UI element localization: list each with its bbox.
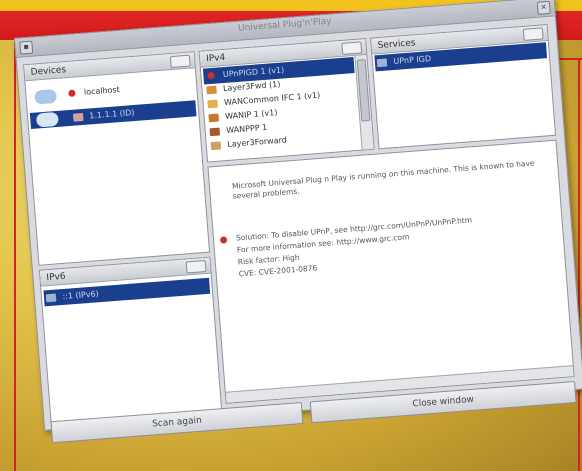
device-icon [72,112,84,122]
service-icon [376,57,388,67]
alert-icon [207,71,215,80]
network-cloud-icon [35,111,59,128]
device-label: 1.1.1.1 (ID) [88,107,135,121]
close-icon[interactable]: × [536,0,551,15]
ipv4-dropdown-button[interactable] [341,41,363,55]
service-label: Layer3Forward [226,135,288,149]
details-intro: Microsoft Universal Plug n Play is runni… [231,158,535,201]
ipv6-label: ::1 (IPv6) [62,289,100,302]
service-icon [207,99,218,108]
services-pane: Services UPnP IGD [370,24,557,150]
service-label: WANPPP 1 [225,122,268,135]
services-header-label: Services [377,38,416,52]
devices-dropdown-button[interactable] [169,54,191,69]
devices-header-label: Devices [30,65,67,78]
device-icon [45,293,57,302]
service-icon [208,113,219,122]
service-icon [206,85,217,94]
service-label: UPnP IGD [393,54,432,66]
page-border-right [578,58,580,471]
devices-pane: Devices localhost 1.1.1.1 (ID) [23,51,211,266]
ipv6-dropdown-button[interactable] [185,259,207,274]
ipv6-header-label: IPv6 [46,271,66,284]
page-border-left [14,40,16,471]
list-item[interactable]: localhost [64,76,195,102]
ipv4-pane: IPv4 UPnPIGD 1 (v1) Layer3Fwd (1) WANCom… [198,37,375,163]
services-dropdown-button[interactable] [522,27,544,41]
service-icon [209,127,221,136]
devices-header: Devices [24,52,195,82]
scroll-thumb[interactable] [356,59,371,122]
service-icon [210,140,222,150]
device-label: localhost [83,85,121,97]
ipv4-header-label: IPv4 [205,52,226,65]
network-cloud-icon [34,88,58,105]
app-window: ▪ Universal Plug'n'Play × Devices localh… [14,0,582,444]
alert-icon [68,89,76,97]
list-item[interactable]: 1.1.1.1 (ID) [29,100,197,129]
alert-icon [219,236,228,244]
details-pane: Microsoft Universal Plug n Play is runni… [207,139,575,404]
